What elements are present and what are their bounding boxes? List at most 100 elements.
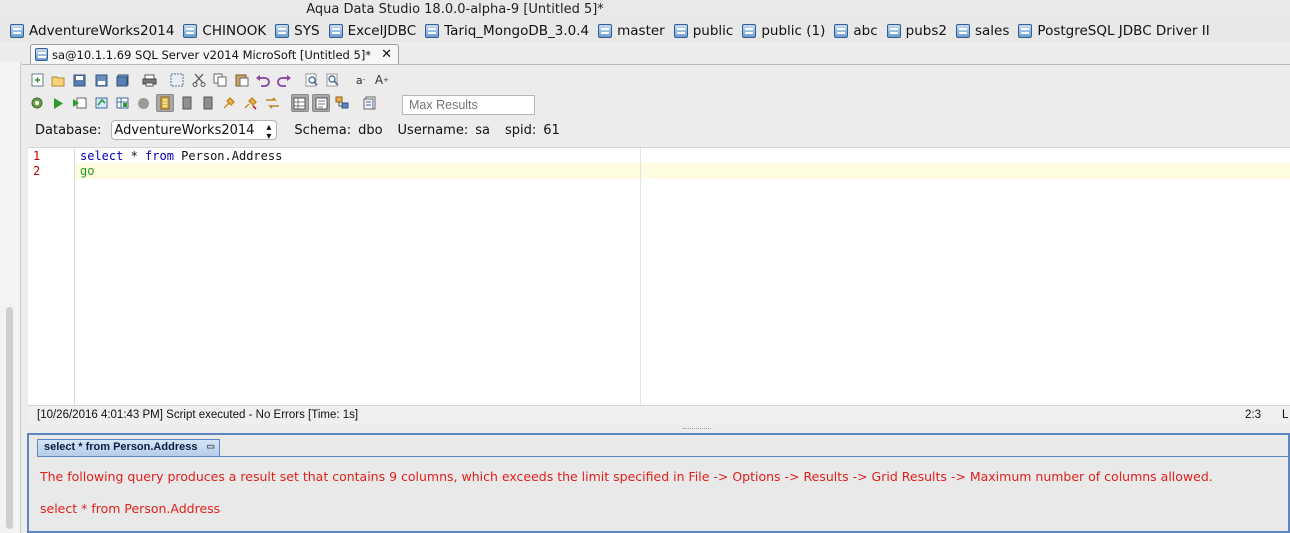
database-icon bbox=[10, 24, 24, 38]
results-grid-icon[interactable] bbox=[290, 94, 309, 112]
increase-font-icon[interactable]: A + bbox=[373, 71, 391, 89]
bookmark-public[interactable]: public bbox=[673, 23, 733, 39]
splitter-grip[interactable] bbox=[683, 428, 711, 431]
results-tab[interactable]: select * from Person.Address ▭ bbox=[37, 439, 221, 457]
bookmark-tariq-mongodb[interactable]: Tariq_MongoDB_3.0.4 bbox=[425, 23, 589, 39]
left-panel-edge bbox=[0, 62, 21, 533]
bookmark-label: master bbox=[617, 23, 665, 39]
find-replace-icon[interactable] bbox=[324, 71, 342, 89]
database-icon bbox=[328, 24, 343, 38]
error-message: The following query produces a result se… bbox=[40, 469, 1213, 484]
error-query: select * from Person.Address bbox=[40, 501, 221, 516]
copy-icon[interactable] bbox=[211, 71, 229, 89]
bookmark-sys[interactable]: SYS bbox=[275, 23, 320, 39]
keyword-from: from bbox=[145, 149, 174, 163]
new-icon[interactable] bbox=[28, 71, 46, 89]
database-icon bbox=[673, 24, 688, 38]
commit-icon[interactable] bbox=[178, 94, 196, 112]
database-icon bbox=[183, 24, 198, 38]
rollback-icon[interactable] bbox=[199, 94, 217, 112]
pin-icon[interactable]: ▭ bbox=[206, 442, 216, 451]
stop-icon[interactable] bbox=[135, 94, 153, 112]
database-icon bbox=[742, 24, 757, 38]
cut-icon[interactable] bbox=[190, 71, 208, 89]
editor-toolbar-row-2 bbox=[28, 92, 382, 114]
database-icon bbox=[834, 24, 849, 38]
print-icon[interactable] bbox=[141, 71, 159, 89]
keyword-go: go bbox=[80, 164, 95, 178]
bookmark-label: Tariq_MongoDB_3.0.4 bbox=[444, 23, 590, 39]
undo-icon[interactable] bbox=[254, 71, 272, 89]
results-text-icon[interactable] bbox=[312, 94, 331, 112]
schema-label: Schema: bbox=[294, 122, 352, 138]
bookmark-abc[interactable]: abc bbox=[834, 23, 878, 39]
window-titlebar: Aqua Data Studio 18.0.0-alpha-9 [Untitle… bbox=[0, 0, 1290, 21]
cursor-position: 2:3 bbox=[1245, 409, 1261, 421]
bookmark-chinook[interactable]: CHINOOK bbox=[183, 23, 266, 39]
print-margin-line bbox=[640, 148, 641, 406]
bookmark-label: sales bbox=[975, 23, 1010, 39]
max-results-input[interactable] bbox=[402, 95, 535, 115]
database-select[interactable]: AdventureWorks2014 ▴ ▾ bbox=[111, 120, 278, 142]
auto-commit-icon[interactable] bbox=[156, 94, 175, 112]
results-splitter[interactable] bbox=[28, 425, 1290, 433]
redo-icon[interactable] bbox=[275, 71, 293, 89]
execute-selection-icon[interactable] bbox=[92, 94, 110, 112]
spid-label: spid: bbox=[504, 122, 537, 138]
database-icon bbox=[956, 24, 970, 38]
left-panel-scrollbar[interactable] bbox=[6, 307, 13, 529]
transaction-icon[interactable] bbox=[263, 94, 281, 112]
close-icon[interactable]: ✕ bbox=[381, 47, 392, 62]
font-small-label: a bbox=[355, 73, 363, 87]
bookmark-label: AdventureWorks2014 bbox=[29, 23, 175, 39]
line-number: 2 bbox=[33, 164, 41, 178]
bookmark-sales[interactable]: sales bbox=[956, 23, 1009, 39]
save-icon[interactable] bbox=[71, 71, 89, 89]
query-options-icon[interactable] bbox=[361, 94, 379, 112]
schema-value: dbo bbox=[358, 122, 383, 138]
spid-value: 61 bbox=[543, 122, 560, 138]
save-all-icon[interactable] bbox=[114, 71, 132, 89]
tab-untitled-5[interactable]: sa@10.1.1.69 SQL Server v2014 MicroSoft … bbox=[30, 44, 399, 64]
decrease-font-icon[interactable]: a- bbox=[351, 71, 369, 89]
bookmark-label: ExcelJDBC bbox=[347, 23, 417, 39]
line-number-gutter: 1 2 bbox=[28, 148, 75, 406]
bookmark-label: abc bbox=[853, 23, 878, 39]
font-large-label: A bbox=[374, 73, 384, 87]
execute-statement-icon[interactable] bbox=[71, 94, 89, 112]
bookmark-label: pubs2 bbox=[905, 23, 947, 39]
bookmark-label: CHINOOK bbox=[202, 23, 267, 39]
database-icon bbox=[598, 24, 613, 38]
explain-plan-icon[interactable] bbox=[333, 94, 351, 112]
database-icon bbox=[1018, 24, 1033, 38]
code-operator: * bbox=[123, 149, 146, 163]
bookmark-label: PostgreSQL JDBC Driver II bbox=[1037, 23, 1210, 39]
execute-icon[interactable] bbox=[49, 94, 67, 112]
status-mode: L bbox=[1282, 409, 1289, 421]
username-label: Username: bbox=[397, 122, 469, 138]
find-icon[interactable] bbox=[303, 71, 321, 89]
bookmark-exceljdbc[interactable]: ExcelJDBC bbox=[328, 23, 417, 39]
bookmark-pubs2[interactable]: pubs2 bbox=[886, 23, 947, 39]
code-line: select * from Person.Address bbox=[80, 149, 282, 163]
bookmark-public-1[interactable]: public (1) bbox=[742, 23, 825, 39]
connect-icon[interactable] bbox=[221, 94, 239, 112]
bookmark-label: public (1) bbox=[761, 23, 826, 39]
select-all-icon[interactable] bbox=[168, 71, 186, 89]
bookmark-postgresql-jdbc[interactable]: PostgreSQL JDBC Driver II bbox=[1018, 23, 1210, 39]
sql-editor[interactable]: 1 2 select * from Person.Address go bbox=[28, 147, 1290, 406]
paste-icon[interactable] bbox=[233, 71, 251, 89]
bookmark-adventureworks2014[interactable]: AdventureWorks2014 bbox=[10, 23, 174, 39]
editor-tab-bar: sa@10.1.1.69 SQL Server v2014 MicroSoft … bbox=[22, 42, 1290, 65]
disconnect-icon[interactable] bbox=[242, 94, 260, 112]
open-folder-icon[interactable] bbox=[49, 71, 67, 89]
line-number: 1 bbox=[33, 149, 41, 163]
execute-settings-icon[interactable] bbox=[28, 94, 46, 112]
code-table-name: Person.Address bbox=[173, 149, 283, 163]
status-message: [10/26/2016 4:01:43 PM] Script executed … bbox=[37, 409, 359, 421]
save-as-icon[interactable] bbox=[92, 71, 110, 89]
bookmark-label: SYS bbox=[294, 23, 320, 39]
bookmark-master[interactable]: master bbox=[598, 23, 665, 39]
connection-info-bar: Database: AdventureWorks2014 ▴ ▾ Schema: … bbox=[35, 120, 575, 142]
execute-to-grid-icon[interactable] bbox=[114, 94, 132, 112]
